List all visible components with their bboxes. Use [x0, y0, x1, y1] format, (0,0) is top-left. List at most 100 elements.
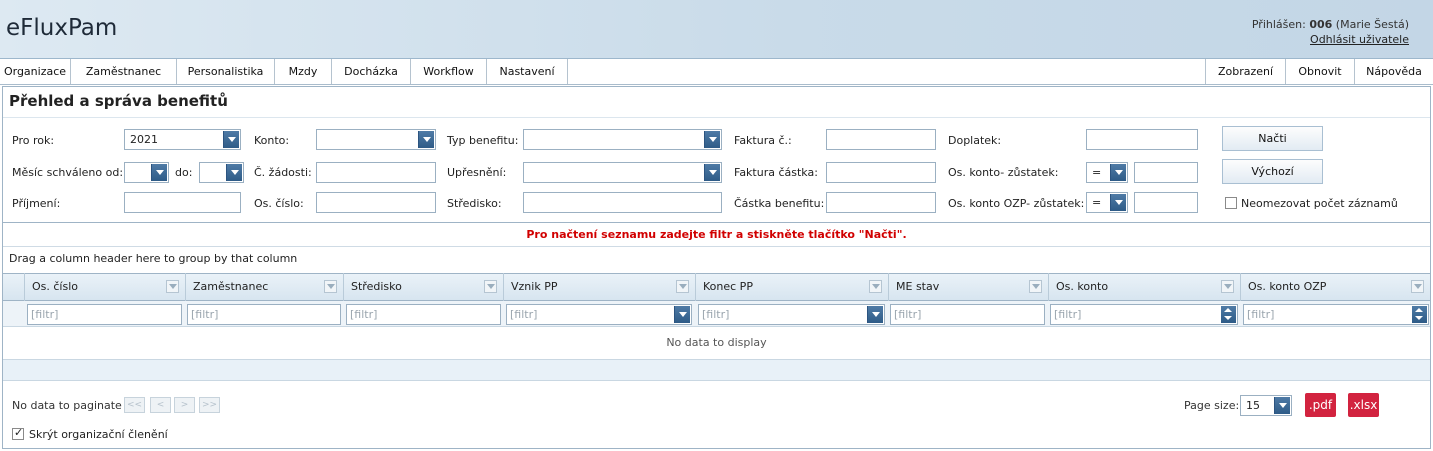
column-label: Vznik PP — [511, 280, 558, 293]
column-header-os-konto[interactable]: Os. konto — [1048, 273, 1240, 301]
chevron-down-icon[interactable] — [226, 164, 242, 181]
column-header-zamestnanec[interactable]: Zaměstnanec — [185, 273, 343, 301]
label-os-konto-zustatek: Os. konto- zůstatek: — [948, 166, 1059, 179]
chevron-down-icon[interactable] — [1110, 194, 1126, 211]
title-divider — [3, 117, 1430, 118]
os-konto-op-select[interactable]: = — [1086, 162, 1128, 183]
doplatek-input[interactable] — [1086, 129, 1198, 150]
menu-personalistika[interactable]: Personalistika — [177, 59, 275, 84]
column-label: Středisko — [351, 280, 402, 293]
filter-dropdown-icon[interactable] — [1411, 280, 1424, 293]
chevron-down-icon[interactable] — [674, 306, 690, 323]
label-os-cislo: Os. číslo: — [254, 197, 304, 210]
konto-select[interactable] — [316, 129, 436, 150]
chevron-down-icon[interactable] — [418, 131, 434, 148]
os-konto-ozp-op-select[interactable]: = — [1086, 192, 1128, 213]
column-header-vznik-pp[interactable]: Vznik PP — [503, 273, 695, 301]
filter-dropdown-icon[interactable] — [676, 280, 689, 293]
column-header-me-stav[interactable]: ME stav — [888, 273, 1048, 301]
castka-benefitu-input[interactable] — [826, 192, 936, 213]
menu-zobrazeni[interactable]: Zobrazení — [1205, 59, 1285, 84]
filter-dropdown-icon[interactable] — [869, 280, 882, 293]
os-konto-zustatek-input[interactable] — [1134, 162, 1198, 183]
filter-os-cislo[interactable]: [filtr] — [27, 304, 182, 325]
hide-org-checkbox[interactable] — [12, 426, 24, 440]
filter-vznik-pp[interactable]: [filtr] — [506, 304, 692, 325]
label-os-konto-ozp-zustatek: Os. konto OZP- zůstatek: — [948, 197, 1085, 210]
column-header-stredisko[interactable]: Středisko — [343, 273, 503, 301]
faktura-c-input[interactable] — [826, 129, 936, 150]
menu-nastaveni[interactable]: Nastavení — [487, 59, 568, 84]
last-page-button[interactable]: >> — [199, 397, 220, 413]
menu-dochazka[interactable]: Docházka — [332, 59, 411, 84]
filter-me-stav[interactable]: [filtr] — [890, 304, 1045, 325]
typ-benefitu-select[interactable] — [523, 129, 722, 150]
export-pdf-button[interactable]: .pdf — [1305, 393, 1336, 417]
login-prefix: Přihlášen: — [1251, 18, 1306, 31]
filter-placeholder: [filtr] — [510, 308, 538, 321]
menu-zamestnanec[interactable]: Zaměstnanec — [71, 59, 177, 84]
filter-os-konto-ozp[interactable]: [filtr] — [1243, 304, 1429, 325]
first-page-button[interactable]: << — [124, 397, 145, 413]
app-header — [0, 0, 1433, 59]
page-size-label: Page size: — [1184, 399, 1240, 412]
unlimited-label: Neomezovat počet záznamů — [1241, 197, 1398, 210]
os-konto-ozp-zustatek-input[interactable] — [1134, 192, 1198, 213]
filter-placeholder: [filtr] — [702, 308, 730, 321]
label-faktura-c: Faktura č.: — [734, 134, 792, 147]
export-xlsx-button[interactable]: .xlsx — [1348, 393, 1379, 417]
filter-placeholder: [filtr] — [1247, 308, 1275, 321]
filter-dropdown-icon[interactable] — [484, 280, 497, 293]
filter-dropdown-icon[interactable] — [1221, 280, 1234, 293]
load-button[interactable]: Načti — [1222, 126, 1323, 151]
filter-message: Pro načtení seznamu zadejte filtr a stis… — [526, 228, 907, 241]
mesic-od-select[interactable] — [124, 162, 169, 183]
column-label: Os. konto — [1056, 280, 1109, 293]
mesic-do-select[interactable] — [199, 162, 244, 183]
prev-page-button[interactable]: < — [150, 397, 171, 413]
menu-mzdy[interactable]: Mzdy — [275, 59, 332, 84]
label-typ-benefitu: Typ benefitu: — [447, 134, 519, 147]
label-konto: Konto: — [254, 134, 290, 147]
upresneni-select[interactable] — [523, 162, 722, 183]
default-button[interactable]: Výchozí — [1222, 159, 1323, 184]
unlimited-checkbox[interactable] — [1225, 197, 1237, 209]
menu-napoveda[interactable]: Nápověda — [1354, 59, 1433, 84]
c-zadosti-input[interactable] — [316, 162, 436, 183]
filter-dropdown-icon[interactable] — [324, 280, 337, 293]
logout-link[interactable]: Odhlásit uživatele — [1310, 33, 1409, 46]
user-name: (Marie Šestá) — [1335, 18, 1409, 31]
chevron-down-icon[interactable] — [704, 164, 720, 181]
column-label: ME stav — [896, 280, 940, 293]
chevron-down-icon[interactable] — [1110, 164, 1126, 181]
filter-konec-pp[interactable]: [filtr] — [698, 304, 885, 325]
column-header-os-konto-ozp[interactable]: Os. konto OZP — [1240, 273, 1430, 301]
prijmeni-input[interactable] — [124, 192, 241, 213]
user-id: 006 — [1309, 18, 1333, 31]
grid-footer — [3, 359, 1430, 381]
next-page-button[interactable]: > — [174, 397, 195, 413]
faktura-castka-input[interactable] — [826, 162, 936, 183]
spin-icon[interactable] — [1221, 306, 1236, 323]
chevron-down-icon[interactable] — [1274, 397, 1290, 414]
year-select[interactable]: 2021 — [124, 129, 241, 150]
filter-stredisko[interactable]: [filtr] — [346, 304, 501, 325]
menu-organizace[interactable]: Organizace — [0, 59, 71, 84]
chevron-down-icon[interactable] — [867, 306, 883, 323]
column-header-os-cislo[interactable]: Os. číslo — [24, 273, 185, 301]
os-cislo-input[interactable] — [316, 192, 436, 213]
chevron-down-icon[interactable] — [704, 131, 720, 148]
filter-dropdown-icon[interactable] — [166, 280, 179, 293]
menu-obnovit[interactable]: Obnovit — [1285, 59, 1354, 84]
spin-icon[interactable] — [1412, 306, 1427, 323]
filter-dropdown-icon[interactable] — [1029, 280, 1042, 293]
stredisko-input[interactable] — [523, 192, 722, 213]
column-header-konec-pp[interactable]: Konec PP — [695, 273, 888, 301]
menu-workflow[interactable]: Workflow — [411, 59, 487, 84]
filter-os-konto[interactable]: [filtr] — [1050, 304, 1238, 325]
chevron-down-icon[interactable] — [223, 131, 239, 148]
chevron-down-icon[interactable] — [151, 164, 167, 181]
filter-zamestnanec[interactable]: [filtr] — [187, 304, 341, 325]
logged-user: Přihlášen: 006 (Marie Šestá) — [1252, 18, 1409, 31]
page-size-select[interactable]: 15 — [1240, 395, 1292, 416]
